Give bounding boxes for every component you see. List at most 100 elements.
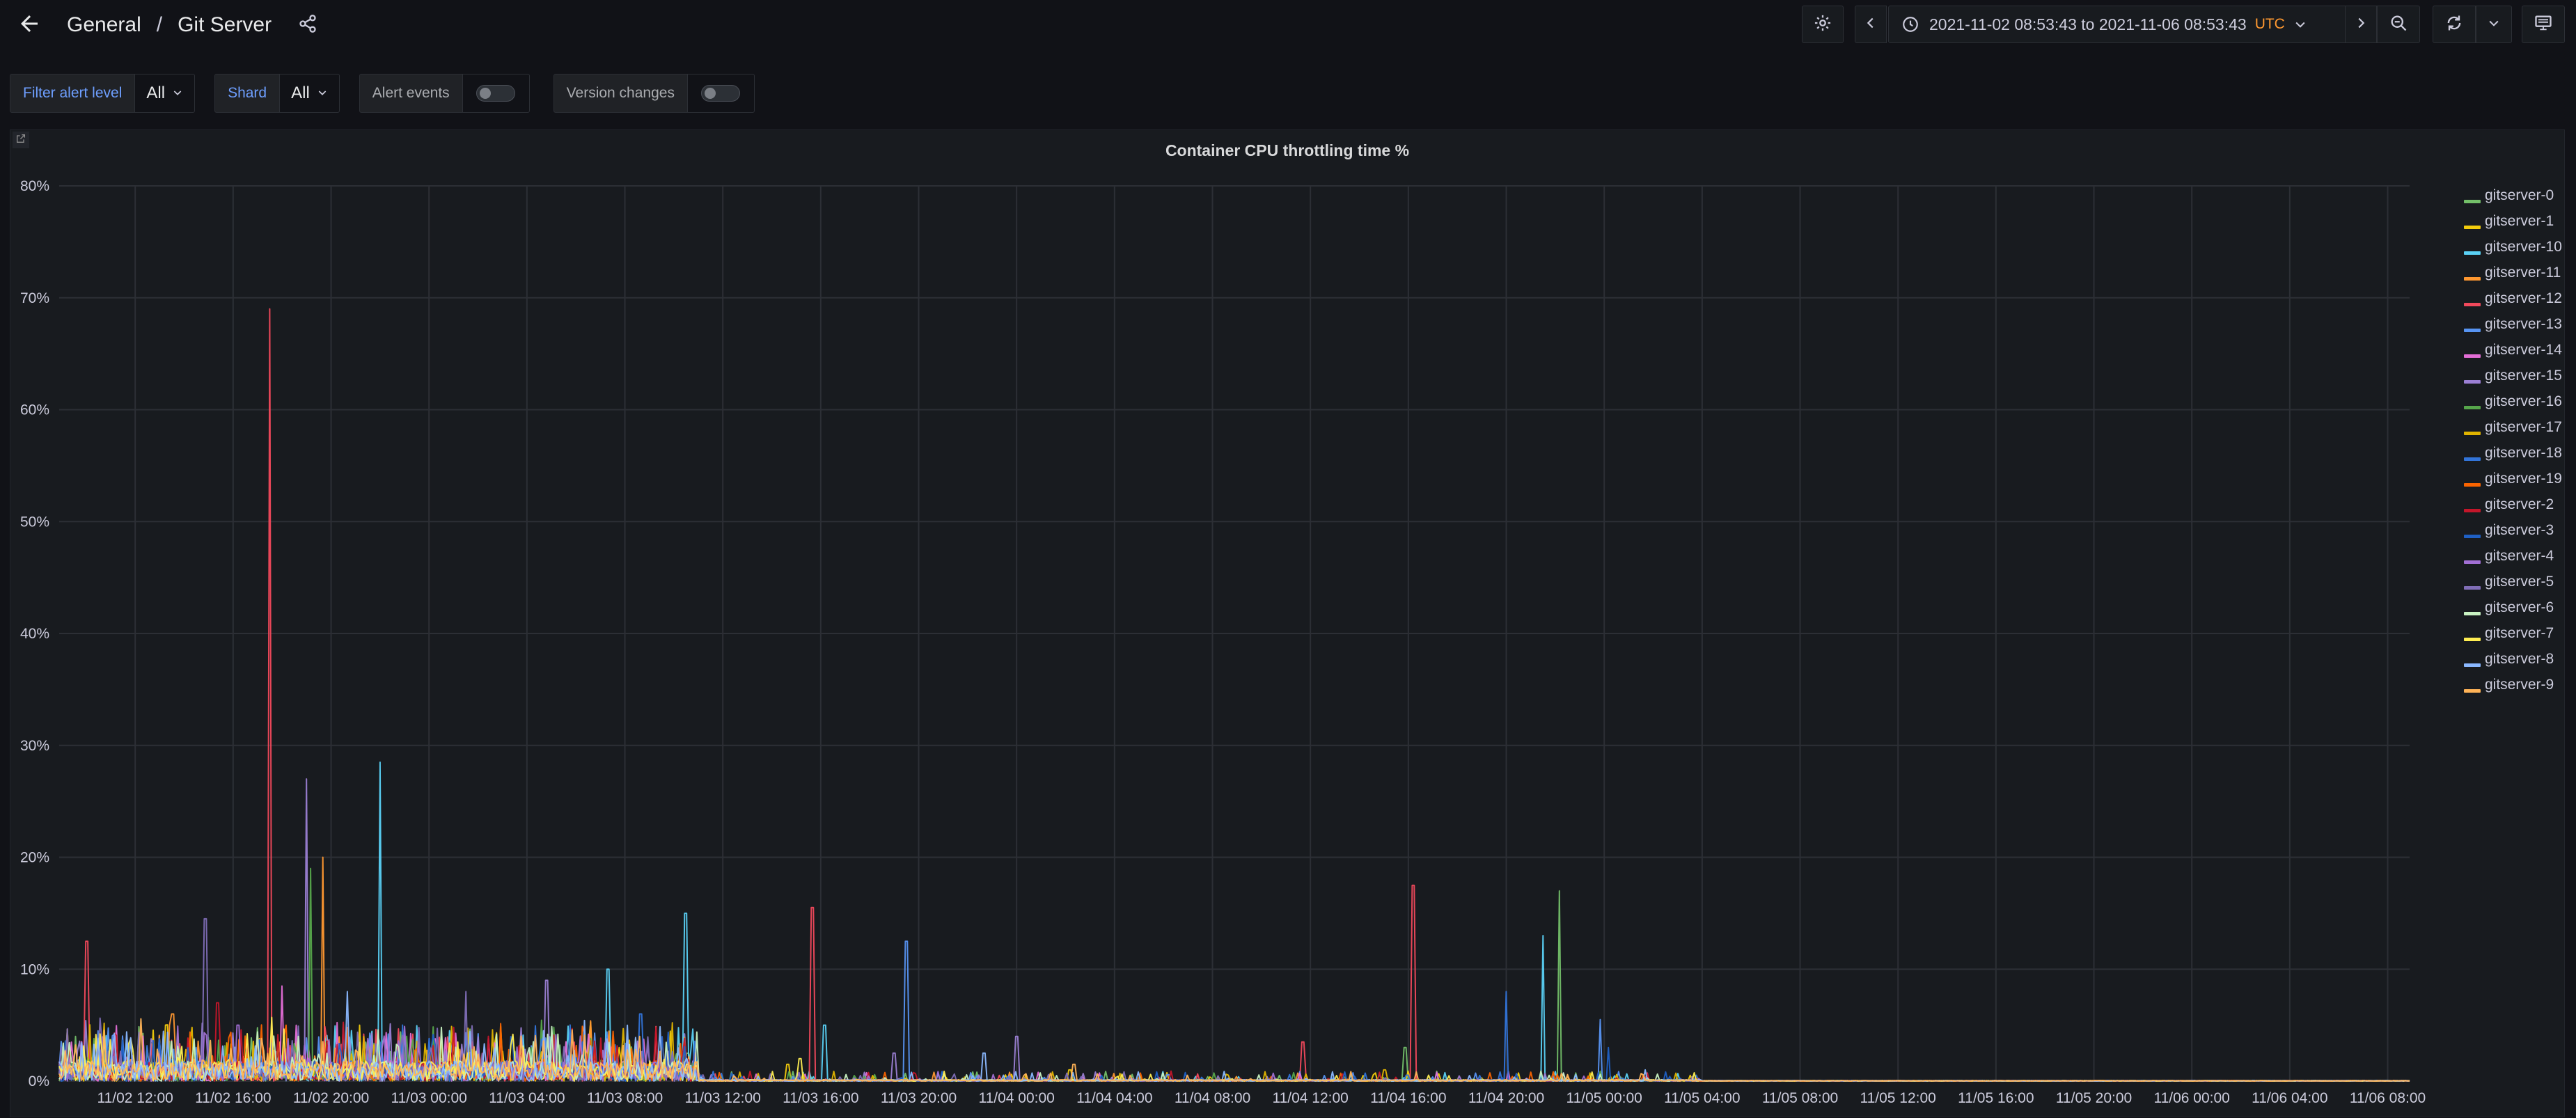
time-shift-back-button[interactable]: [1855, 6, 1887, 43]
legend-label: gitserver-7: [2485, 625, 2554, 641]
legend-swatch: [2464, 200, 2481, 203]
legend-swatch: [2464, 226, 2481, 229]
x-tick-label: 11/06 08:00: [2350, 1090, 2426, 1106]
legend-item-gitserver-14[interactable]: gitserver-14: [2454, 340, 2566, 366]
legend-item-gitserver-12[interactable]: gitserver-12: [2454, 289, 2566, 315]
shard-label: Shard: [214, 74, 281, 113]
refresh-button[interactable]: [2433, 6, 2476, 43]
legend-item-gitserver-2[interactable]: gitserver-2: [2454, 495, 2566, 521]
back-button[interactable]: [14, 10, 45, 40]
legend-swatch: [2464, 354, 2481, 358]
legend-swatch: [2464, 689, 2481, 693]
chart-legend: gitserver-0 gitserver-1 gitserver-10 gitser…: [2454, 186, 2566, 701]
filter-alert-level-label: Filter alert level: [10, 74, 136, 113]
y-tick-label: 70%: [20, 290, 49, 306]
x-tick-label: 11/05 20:00: [2056, 1090, 2132, 1106]
variables-bar: Filter alert level All Shard All Alert e…: [10, 74, 755, 113]
legend-item-gitserver-0[interactable]: gitserver-0: [2454, 186, 2566, 212]
chevron-down-icon: [2293, 17, 2307, 31]
legend-swatch: [2464, 586, 2481, 590]
breadcrumb-folder[interactable]: General: [67, 13, 141, 37]
version-changes-toggle[interactable]: [687, 74, 755, 113]
legend-label: gitserver-14: [2485, 342, 2562, 358]
legend-item-gitserver-11[interactable]: gitserver-11: [2454, 263, 2566, 289]
x-tick-label: 11/03 08:00: [587, 1090, 663, 1106]
legend-label: gitserver-8: [2485, 651, 2554, 667]
legend-label: gitserver-16: [2485, 393, 2562, 409]
legend-item-gitserver-19[interactable]: gitserver-19: [2454, 469, 2566, 495]
legend-item-gitserver-17[interactable]: gitserver-17: [2454, 418, 2566, 443]
monitor-icon: [2534, 13, 2553, 36]
legend-label: gitserver-12: [2485, 290, 2562, 306]
x-tick-label: 11/05 16:00: [1958, 1090, 2034, 1106]
legend-item-gitserver-13[interactable]: gitserver-13: [2454, 315, 2566, 340]
time-shift-forward-button[interactable]: [2345, 6, 2377, 43]
refresh-interval-dropdown[interactable]: [2476, 6, 2512, 43]
y-tick-label: 30%: [20, 738, 49, 754]
legend-label: gitserver-11: [2485, 265, 2561, 281]
arrow-left-icon: [17, 11, 42, 40]
y-tick-label: 50%: [20, 514, 49, 530]
series-line-gitserver-16: [58, 867, 2410, 1082]
legend-item-gitserver-5[interactable]: gitserver-5: [2454, 572, 2566, 598]
share-dashboard-button[interactable]: [292, 10, 323, 40]
legend-swatch: [2464, 535, 2481, 538]
legend-item-gitserver-1[interactable]: gitserver-1: [2454, 212, 2566, 237]
y-tick-label: 40%: [20, 626, 49, 642]
x-tick-label: 11/04 08:00: [1175, 1090, 1250, 1106]
y-tick-label: 20%: [20, 850, 49, 866]
time-range-picker[interactable]: 2021-11-02 08:53:43 to 2021-11-06 08:53:…: [1888, 6, 2350, 43]
legend-label: gitserver-15: [2485, 368, 2562, 384]
zoom-out-button[interactable]: [2377, 6, 2420, 43]
chevron-down-icon: [2487, 16, 2501, 33]
legend-item-gitserver-7[interactable]: gitserver-7: [2454, 624, 2566, 649]
legend-swatch: [2464, 638, 2481, 641]
filter-alert-level-select[interactable]: All: [135, 74, 196, 113]
dashboard-title[interactable]: Git Server: [178, 13, 272, 37]
x-tick-label: 11/03 16:00: [783, 1090, 858, 1106]
series-line-gitserver-10: [58, 761, 2410, 1082]
gear-icon: [1813, 13, 1832, 36]
legend-swatch: [2464, 380, 2481, 384]
x-tick-label: 11/03 12:00: [684, 1090, 760, 1106]
dashboard-settings-button[interactable]: [1802, 6, 1844, 43]
legend-item-gitserver-6[interactable]: gitserver-6: [2454, 598, 2566, 624]
share-icon: [298, 14, 317, 37]
y-tick-label: 80%: [20, 178, 49, 194]
legend-item-gitserver-9[interactable]: gitserver-9: [2454, 675, 2566, 701]
legend-label: gitserver-13: [2485, 316, 2562, 332]
x-tick-label: 11/03 04:00: [489, 1090, 565, 1106]
legend-swatch: [2464, 329, 2481, 332]
legend-label: gitserver-18: [2485, 445, 2562, 461]
legend-label: gitserver-17: [2485, 419, 2562, 435]
alert-events-toggle[interactable]: [462, 74, 530, 113]
legend-item-gitserver-8[interactable]: gitserver-8: [2454, 649, 2566, 675]
legend-swatch: [2464, 251, 2481, 255]
legend-swatch: [2464, 277, 2481, 281]
shard-select[interactable]: All: [280, 74, 340, 113]
refresh-icon: [2444, 13, 2464, 36]
legend-item-gitserver-10[interactable]: gitserver-10: [2454, 237, 2566, 263]
view-mode-button[interactable]: [2522, 6, 2565, 43]
breadcrumb-separator: /: [156, 13, 163, 36]
legend-item-gitserver-4[interactable]: gitserver-4: [2454, 546, 2566, 572]
x-tick-label: 11/02 12:00: [97, 1090, 173, 1106]
y-tick-label: 10%: [20, 961, 49, 977]
legend-item-gitserver-3[interactable]: gitserver-3: [2454, 521, 2566, 546]
x-tick-label: 11/04 16:00: [1370, 1090, 1446, 1106]
toggle-switch: [701, 85, 741, 102]
shard-value: All: [291, 84, 310, 102]
x-tick-label: 11/05 12:00: [1860, 1090, 1935, 1106]
x-tick-label: 11/06 04:00: [2252, 1090, 2327, 1106]
line-chart[interactable]: 0% 10% 20% 30% 40% 50% 60% 70% 80% 11/02 12:00 11/…: [10, 130, 2447, 1118]
legend-label: gitserver-1: [2485, 213, 2554, 229]
x-tick-label: 11/06 00:00: [2153, 1090, 2229, 1106]
legend-item-gitserver-18[interactable]: gitserver-18: [2454, 443, 2566, 469]
version-changes-label: Version changes: [553, 74, 688, 113]
legend-item-gitserver-16[interactable]: gitserver-16: [2454, 392, 2566, 418]
legend-label: gitserver-9: [2485, 677, 2554, 693]
chevron-left-icon: [1863, 15, 1878, 34]
x-tick-label: 11/04 04:00: [1076, 1090, 1152, 1106]
x-tick-label: 11/02 20:00: [293, 1090, 369, 1106]
legend-item-gitserver-15[interactable]: gitserver-15: [2454, 366, 2566, 392]
